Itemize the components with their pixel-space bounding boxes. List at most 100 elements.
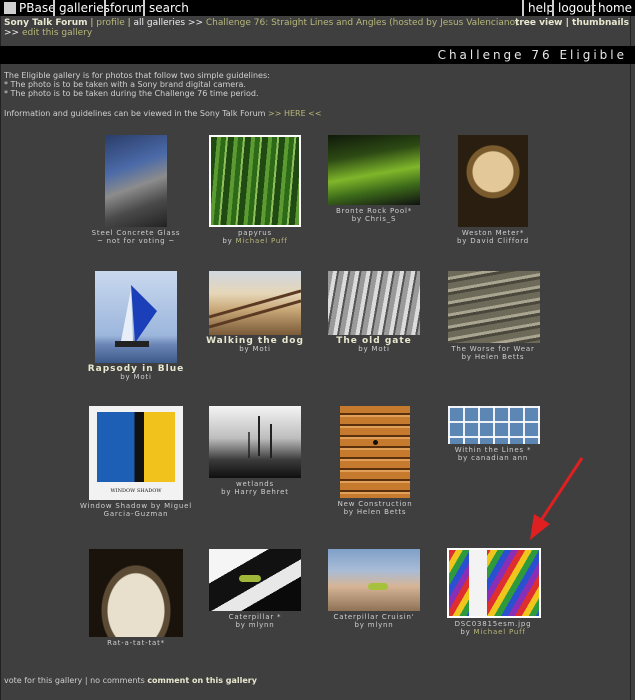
photo-thumbnail-rat-a-tat-tat[interactable]: [89, 549, 183, 637]
photo-by: by: [343, 508, 354, 516]
gallery-footer: vote for this gallery | no comments comm…: [4, 676, 257, 685]
photo-caption: The old gate by Moti: [314, 337, 434, 354]
photo-by: by: [354, 621, 365, 629]
info-text: Information and guidelines can be viewed…: [4, 109, 266, 118]
photo-note: ~ not for voting ~: [96, 237, 176, 245]
photo-title[interactable]: papyrus: [195, 229, 315, 237]
dead-trees-icon: [248, 416, 272, 458]
red-arrow-icon: [530, 457, 584, 540]
photo-caption: Caterpillar Cruisin' by mlynn: [314, 613, 434, 629]
photo-title[interactable]: Caterpillar *: [195, 613, 315, 621]
window-shadow-art: [97, 412, 175, 482]
photo-author[interactable]: Helen Betts: [475, 353, 525, 361]
photo-thumbnail-new-construction[interactable]: [340, 406, 410, 498]
nav-home[interactable]: home: [595, 0, 635, 16]
top-nav-bar: PBase galleries forum search help logout…: [0, 0, 635, 16]
view-links: tree view | thumbnails: [515, 18, 629, 28]
photo-thumbnail-walking-the-dog[interactable]: [209, 271, 301, 335]
nav-separator: [143, 0, 145, 16]
here-link[interactable]: >> HERE <<: [268, 109, 322, 118]
vote-link[interactable]: vote for this gallery: [4, 676, 82, 685]
nav-separator: [592, 0, 594, 16]
photo-thumbnail-dsc03815esm[interactable]: [447, 548, 541, 618]
photo-author[interactable]: David Clifford: [470, 237, 529, 245]
photo-thumbnail-steel-concrete-glass[interactable]: [105, 135, 167, 227]
photo-caption: New Construction by Helen Betts: [315, 500, 435, 516]
photo-author[interactable]: Chris_S: [365, 215, 396, 223]
photo-by: by: [351, 215, 362, 223]
nav-separator: [552, 0, 554, 16]
photo-title[interactable]: Window Shadow by Miguel Garcia-Guzman: [76, 502, 196, 518]
photo-caption: Steel Concrete Glass ~ not for voting ~: [76, 229, 196, 245]
comment-count: no comments: [90, 676, 145, 685]
edit-gallery-link[interactable]: edit this gallery: [22, 28, 92, 38]
photo-thumbnail-papyrus[interactable]: [209, 135, 301, 227]
profile-link[interactable]: profile: [96, 18, 124, 28]
photo-caption: papyrus by Michael Puff: [195, 229, 315, 245]
photo-caption: Weston Meter* by David Clifford: [433, 229, 553, 245]
photo-title[interactable]: Caterpillar Cruisin': [314, 613, 434, 621]
photo-title[interactable]: New Construction: [315, 500, 435, 508]
photo-author[interactable]: mlynn: [249, 621, 275, 629]
thumbnails-link[interactable]: thumbnails: [572, 18, 629, 28]
photo-title[interactable]: Steel Concrete Glass: [76, 229, 196, 237]
breadcrumb: Sony Talk Forum | profile | all gallerie…: [4, 18, 519, 38]
photo-thumbnail-bronte-rock-pool[interactable]: [328, 135, 420, 205]
right-border: [630, 0, 631, 700]
nav-separator: [104, 0, 106, 16]
photo-thumbnail-caterpillar-cruisin[interactable]: [328, 549, 420, 611]
photo-author[interactable]: Moti: [134, 373, 152, 381]
photo-thumbnail-wetlands[interactable]: [209, 406, 301, 478]
photo-thumbnail-caterpillar[interactable]: [209, 549, 301, 611]
photo-thumbnail-the-old-gate[interactable]: [328, 271, 420, 335]
photo-caption: Walking the dog by Moti: [195, 337, 315, 354]
photo-author[interactable]: Helen Betts: [357, 508, 407, 516]
photo-title[interactable]: Bronte Rock Pool*: [314, 207, 434, 215]
photo-title[interactable]: wetlands: [195, 480, 315, 488]
photo-title[interactable]: Rapsody in Blue: [76, 365, 196, 374]
nav-search[interactable]: search: [146, 0, 192, 16]
photo-caption: wetlands by Harry Behret: [195, 480, 315, 496]
gallery-title-bar: Challenge 76 Eligible: [0, 46, 635, 64]
photo-title[interactable]: Rat-a-tat-tat*: [76, 639, 196, 647]
photo-thumbnail-rapsody-in-blue[interactable]: [95, 271, 177, 363]
comment-link[interactable]: comment on this gallery: [147, 676, 257, 685]
photo-title[interactable]: Weston Meter*: [433, 229, 553, 237]
photo-author[interactable]: Moti: [253, 345, 271, 353]
photo-by: by: [358, 345, 369, 353]
photo-author[interactable]: Michael Puff: [474, 628, 526, 636]
photo-thumbnail-within-the-lines[interactable]: [448, 406, 540, 444]
breadcrumb-forum[interactable]: Sony Talk Forum: [4, 18, 88, 28]
photo-title[interactable]: The Worse for Wear: [433, 345, 553, 353]
photo-by: by: [120, 373, 131, 381]
photo-author[interactable]: Harry Behret: [234, 488, 288, 496]
photo-author[interactable]: Michael Puff: [236, 237, 288, 245]
caterpillar-icon: [239, 575, 261, 582]
challenge-link[interactable]: Challenge 76: Straight Lines and Angles …: [206, 18, 519, 28]
photo-by: by: [460, 628, 471, 636]
photo-by: by: [235, 621, 246, 629]
photo-title[interactable]: The old gate: [314, 337, 434, 346]
gallery-title: Challenge 76 Eligible: [437, 48, 627, 62]
photo-by: by: [457, 454, 469, 462]
description-line-2: * The photo is to be taken with a Sony b…: [4, 80, 246, 89]
photo-thumbnail-weston-meter[interactable]: [458, 135, 528, 227]
photo-title[interactable]: DSC03815esm.jpg: [433, 620, 553, 628]
photo-caption: DSC03815esm.jpg by Michael Puff: [433, 620, 553, 636]
all-galleries-link[interactable]: all galleries >>: [134, 18, 204, 28]
nav-separator: [522, 0, 524, 16]
photo-caption: Rat-a-tat-tat*: [76, 639, 196, 647]
tree-view-link[interactable]: tree view: [515, 18, 562, 28]
photo-caption: Rapsody in Blue by Moti: [76, 365, 196, 382]
photo-caption: Caterpillar * by mlynn: [195, 613, 315, 629]
description-line-3: * The photo is to be taken during the Ch…: [4, 89, 259, 98]
pbase-logo-icon: [4, 2, 16, 14]
screw-hole-icon: [373, 440, 378, 445]
photo-by: by: [239, 345, 250, 353]
photo-thumbnail-window-shadow[interactable]: WINDOW SHADOW: [89, 406, 183, 500]
photo-title[interactable]: Walking the dog: [195, 337, 315, 346]
photo-author[interactable]: Moti: [372, 345, 390, 353]
photo-caption: The Worse for Wear by Helen Betts: [433, 345, 553, 361]
photo-author[interactable]: mlynn: [368, 621, 394, 629]
photo-thumbnail-the-worse-for-wear[interactable]: [448, 271, 540, 343]
